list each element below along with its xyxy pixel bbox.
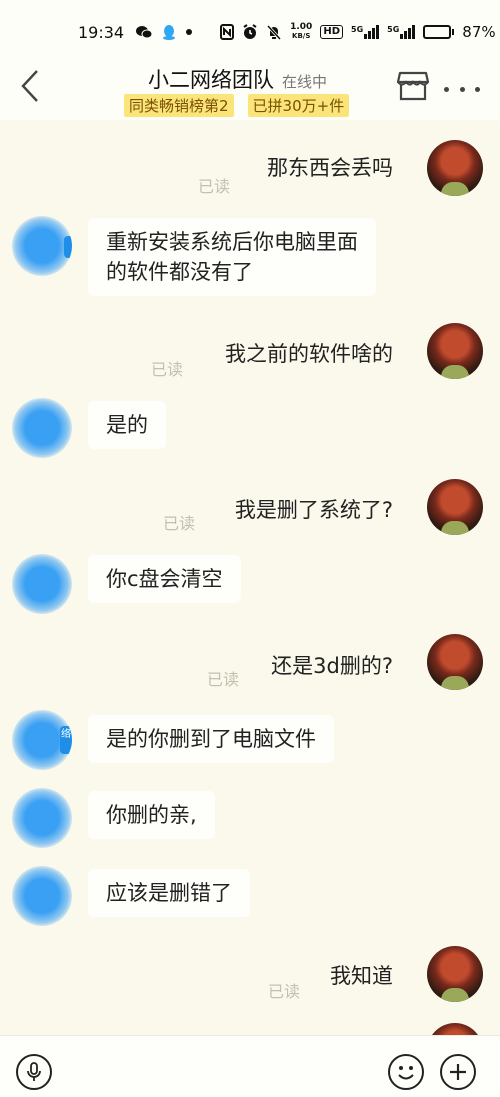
message-bubble[interactable]: 还是3d删的?: [271, 650, 393, 680]
message-row: 你c盘会清空: [0, 550, 500, 616]
signal-5g-secondary-icon: 5G: [387, 25, 416, 39]
message-line: 重新安装系统后你电脑里面: [106, 230, 358, 254]
sales-tag[interactable]: 已拼30万+件: [247, 94, 350, 117]
read-receipt: 已读: [163, 514, 196, 533]
alarm-icon: [243, 24, 257, 39]
message-row: 重新安装系统后你电脑里面 的软件都没有了: [0, 216, 500, 306]
message-bubble[interactable]: 是的: [88, 401, 166, 449]
agent-avatar[interactable]: [12, 788, 72, 848]
message-list[interactable]: 已读 那东西会丢吗 重新安装系统后你电脑里面 的软件都没有了 已读 我之前的软件…: [0, 120, 500, 1035]
smiley-icon: [398, 1066, 414, 1080]
plus-icon: [450, 1064, 466, 1080]
chat-header: 小二网络团队 在线中 同类畅销榜第2 已拼30万+件: [0, 64, 500, 120]
chevron-left-icon: [21, 70, 38, 102]
mute-bell-icon: [267, 24, 282, 40]
my-avatar[interactable]: [427, 946, 483, 1002]
my-avatar[interactable]: [427, 323, 483, 379]
ranking-tag[interactable]: 同类畅销榜第2: [124, 94, 234, 117]
message-line: 是的你删到了电脑文件: [106, 727, 316, 751]
more-dots-icon: [444, 86, 449, 92]
message-row: 已读 我是删了系统了?: [0, 478, 500, 538]
my-avatar[interactable]: [427, 634, 483, 690]
read-receipt: 已读: [198, 177, 231, 196]
my-avatar[interactable]: [427, 140, 483, 196]
message-row: 已读 我之前的软件啥的: [0, 322, 500, 382]
voice-button[interactable]: [16, 1054, 52, 1090]
storefront-icon: [396, 71, 430, 101]
nfc-icon: [220, 24, 235, 40]
read-receipt: 已读: [268, 982, 301, 1001]
shop-tags: 同类畅销榜第2 已拼30万+件: [124, 94, 350, 117]
more-button[interactable]: [444, 84, 480, 94]
message-row: 已读 还是3d删的?: [0, 634, 500, 694]
system-icons: 1.00 KB/S HD 5G 5G 87%: [220, 23, 496, 41]
message-bubble[interactable]: 你删的亲,: [88, 791, 215, 839]
shop-button[interactable]: [396, 70, 432, 104]
read-receipt: 已读: [151, 360, 184, 379]
message-line: 是的: [106, 413, 148, 437]
notification-icons: [136, 24, 220, 40]
message-row: 应该是删错了: [0, 864, 500, 930]
agent-avatar[interactable]: [12, 216, 72, 276]
microphone-icon: [27, 1062, 41, 1081]
battery-percent: 87%: [462, 23, 496, 41]
read-receipt: 已读: [207, 670, 240, 689]
agent-avatar[interactable]: [12, 398, 72, 458]
emoji-button[interactable]: [388, 1054, 424, 1090]
message-bubble[interactable]: 重新安装系统后你电脑里面 的软件都没有了: [88, 218, 376, 296]
online-status: 在线中: [282, 73, 328, 91]
net-speed-indicator: 1.00 KB/S: [290, 22, 313, 41]
message-line: 应该是删错了: [106, 881, 232, 905]
agent-avatar[interactable]: [12, 554, 72, 614]
hd-badge: HD: [320, 25, 343, 39]
plus-button[interactable]: [440, 1054, 476, 1090]
wechat-icon: [136, 26, 153, 39]
message-bubble[interactable]: 我知道: [330, 960, 393, 990]
message-row: 络 是的你删到了电脑文件: [0, 710, 500, 776]
agent-avatar[interactable]: [12, 866, 72, 926]
message-bubble[interactable]: 你c盘会清空: [88, 555, 241, 603]
message-bubble[interactable]: 我之前的软件啥的: [225, 338, 393, 368]
message-row: 已读 那东西会丢吗: [0, 140, 500, 200]
avatar-edge-label: 络: [61, 729, 71, 740]
input-bar: [0, 1035, 500, 1097]
message-row: 是的: [0, 396, 500, 462]
message-row: 已读 我知道: [0, 944, 500, 1004]
clock: 19:34: [78, 22, 125, 42]
chat-title: 小二网络团队: [148, 68, 274, 92]
message-row: 你删的亲,: [0, 786, 500, 852]
message-bubble[interactable]: 那东西会丢吗: [267, 152, 393, 182]
message-line: 你c盘会清空: [106, 567, 223, 591]
message-bubble[interactable]: 是的你删到了电脑文件: [88, 715, 334, 763]
my-avatar[interactable]: [427, 1023, 483, 1035]
message-bubble[interactable]: 应该是删错了: [88, 869, 250, 917]
qq-penguin-icon: [163, 25, 176, 40]
status-bar: 19:34 1.00 KB/S HD 5G 5G 87%: [0, 0, 500, 64]
title-group[interactable]: 小二网络团队 在线中: [148, 64, 327, 94]
battery-icon: [423, 25, 455, 39]
message-bubble[interactable]: 我是删了系统了?: [235, 494, 393, 524]
my-avatar[interactable]: [427, 479, 483, 535]
more-notifications-dot-icon: [186, 29, 193, 35]
signal-5g-icon: 5G: [351, 25, 380, 39]
message-line: 的软件都没有了: [106, 260, 253, 284]
agent-avatar[interactable]: 络: [12, 710, 72, 770]
back-button[interactable]: [12, 66, 48, 106]
message-line: 你删的亲,: [106, 803, 197, 827]
